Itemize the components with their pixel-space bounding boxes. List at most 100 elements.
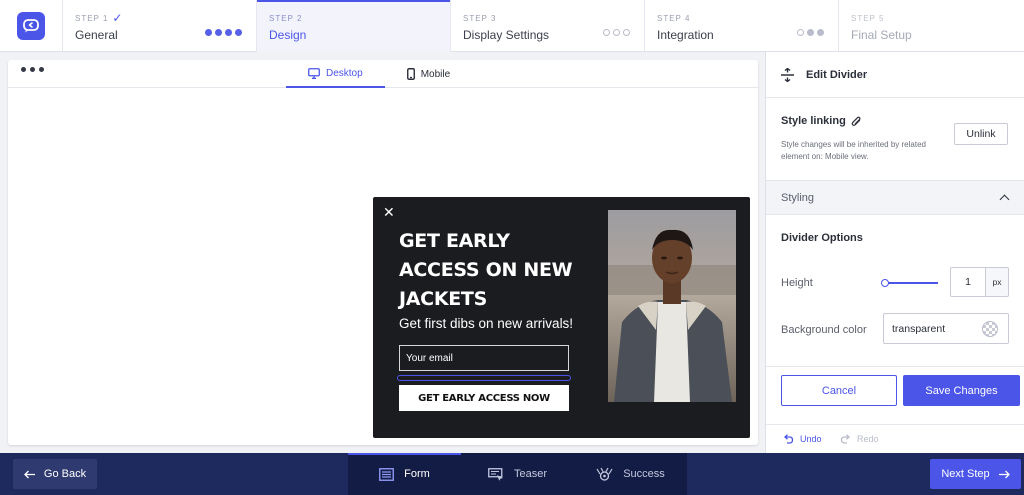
logo-cell	[0, 0, 63, 52]
progress-dot	[225, 29, 232, 36]
model-photo[interactable]	[608, 210, 736, 402]
divider-icon	[781, 67, 794, 82]
tab-label: Success	[623, 468, 665, 480]
cta-button[interactable]: GET EARLY ACCESS NOW	[399, 385, 569, 411]
desktop-icon	[308, 67, 320, 79]
app-logo[interactable]	[17, 12, 45, 40]
go-back-label: Go Back	[43, 468, 87, 480]
style-linking-title: Style linking	[781, 115, 862, 127]
close-icon[interactable]: ✕	[383, 205, 395, 219]
step-number: STEP 3	[463, 13, 497, 23]
progress-dot	[623, 29, 630, 36]
wizard-stepper: STEP 1 ✓ General STEP 2 Design STEP 3 Di…	[0, 0, 1024, 52]
save-changes-button[interactable]: Save Changes	[903, 375, 1020, 406]
history-controls: Undo Redo	[766, 425, 1024, 453]
editor-header: Edit Divider	[766, 52, 1024, 98]
preview-canvas: Desktop Mobile ✕ GET EARLY ACCESS ON NEW…	[8, 60, 758, 445]
background-color-value: transparent	[892, 322, 946, 335]
chevron-up-icon	[999, 194, 1010, 205]
tab-label: Mobile	[420, 68, 451, 80]
step-display-settings[interactable]: STEP 3 Display Settings	[451, 0, 645, 52]
tab-teaser[interactable]: Teaser	[461, 453, 574, 495]
step-number: STEP 2	[269, 13, 303, 23]
redo-label: Redo	[857, 434, 879, 444]
progress-dot	[613, 29, 620, 36]
progress-dot	[603, 29, 610, 36]
step-number-text: STEP 1	[75, 13, 109, 23]
height-label: Height	[781, 277, 813, 289]
popup-preview[interactable]: ✕ GET EARLY ACCESS ON NEW JACKETS Get fi…	[373, 197, 750, 438]
editor-actions: Cancel Save Changes	[766, 367, 1024, 425]
teaser-icon	[488, 467, 503, 481]
step-number: STEP 1 ✓	[75, 11, 244, 25]
progress-dot	[817, 29, 824, 36]
divider-options: Divider Options Height px Background col…	[766, 215, 1024, 367]
progress-dot	[235, 29, 242, 36]
progress-dot	[215, 29, 222, 36]
slider-thumb[interactable]	[881, 279, 889, 287]
unlink-button[interactable]: Unlink	[954, 123, 1008, 145]
undo-icon	[784, 434, 794, 444]
device-tabs: Desktop Mobile	[286, 60, 472, 88]
step-title: Design	[269, 28, 307, 42]
check-icon: ✓	[112, 11, 124, 25]
tab-label: Teaser	[513, 468, 548, 480]
content-tabs: Form Teaser Success	[348, 453, 687, 495]
go-back-button[interactable]: Go Back	[13, 459, 97, 489]
redo-icon	[840, 434, 850, 444]
height-input[interactable]	[950, 267, 986, 297]
step-general[interactable]: STEP 1 ✓ General	[63, 0, 257, 52]
progress-dot	[797, 29, 804, 36]
tab-success[interactable]: Success	[574, 453, 687, 495]
step-number: STEP 4	[657, 13, 691, 23]
step-progress-dots	[797, 29, 824, 36]
progress-dot	[205, 29, 212, 36]
step-progress-dots	[205, 29, 242, 36]
progress-dot	[807, 29, 814, 36]
next-step-label: Next Step	[941, 468, 990, 480]
redo-button[interactable]: Redo	[840, 434, 879, 444]
arrow-right-icon	[998, 470, 1010, 478]
step-integration[interactable]: STEP 4 Integration	[645, 0, 839, 52]
more-options-icon[interactable]	[21, 67, 44, 72]
logo-icon	[23, 19, 39, 33]
editor-title: Edit Divider	[806, 68, 868, 81]
step-title: Final Setup	[851, 28, 912, 42]
height-slider[interactable]	[881, 277, 938, 289]
background-color-field[interactable]: transparent	[883, 313, 1009, 344]
styling-accordion[interactable]: Styling	[766, 181, 1024, 215]
style-linking-section: Style linking Style changes will be inhe…	[766, 98, 1024, 181]
trophy-icon	[596, 467, 613, 481]
style-linking-description: Style changes will be inherited by relat…	[781, 140, 926, 161]
next-step-button[interactable]: Next Step	[930, 459, 1021, 489]
height-unit: px	[985, 267, 1009, 297]
email-field[interactable]	[399, 345, 569, 371]
style-linking-label: Style linking	[781, 115, 846, 127]
tab-label: Form	[404, 468, 430, 480]
divider-options-title: Divider Options	[781, 232, 863, 244]
background-color-label: Background color	[781, 324, 867, 336]
popup-subheadline[interactable]: Get first dibs on new arrivals!	[399, 316, 599, 331]
tab-label: Desktop	[326, 67, 363, 79]
cancel-button[interactable]: Cancel	[781, 375, 897, 406]
step-design[interactable]: STEP 2 Design	[257, 0, 451, 52]
undo-button[interactable]: Undo	[783, 434, 822, 444]
tab-mobile[interactable]: Mobile	[385, 60, 472, 88]
footer-bar: Go Back Form Teaser Success Next Step	[0, 453, 1024, 495]
popup-headline[interactable]: GET EARLY ACCESS ON NEW JACKETS	[399, 227, 589, 314]
styling-label: Styling	[781, 191, 815, 204]
tab-desktop[interactable]: Desktop	[286, 60, 385, 88]
canvas-toolbar: Desktop Mobile	[8, 60, 758, 88]
step-final-setup[interactable]: STEP 5 Final Setup	[839, 0, 1024, 52]
paperclip-icon	[851, 116, 861, 126]
tab-form[interactable]: Form	[348, 453, 461, 495]
form-icon	[379, 467, 395, 481]
jacket-model-image	[608, 210, 736, 402]
selected-divider[interactable]	[397, 375, 571, 381]
step-number: STEP 5	[851, 13, 885, 23]
slider-track	[885, 282, 938, 284]
arrow-left-icon	[23, 470, 35, 478]
transparent-swatch-icon[interactable]	[982, 320, 998, 337]
step-progress-dots	[603, 29, 630, 36]
mobile-icon	[406, 68, 415, 80]
